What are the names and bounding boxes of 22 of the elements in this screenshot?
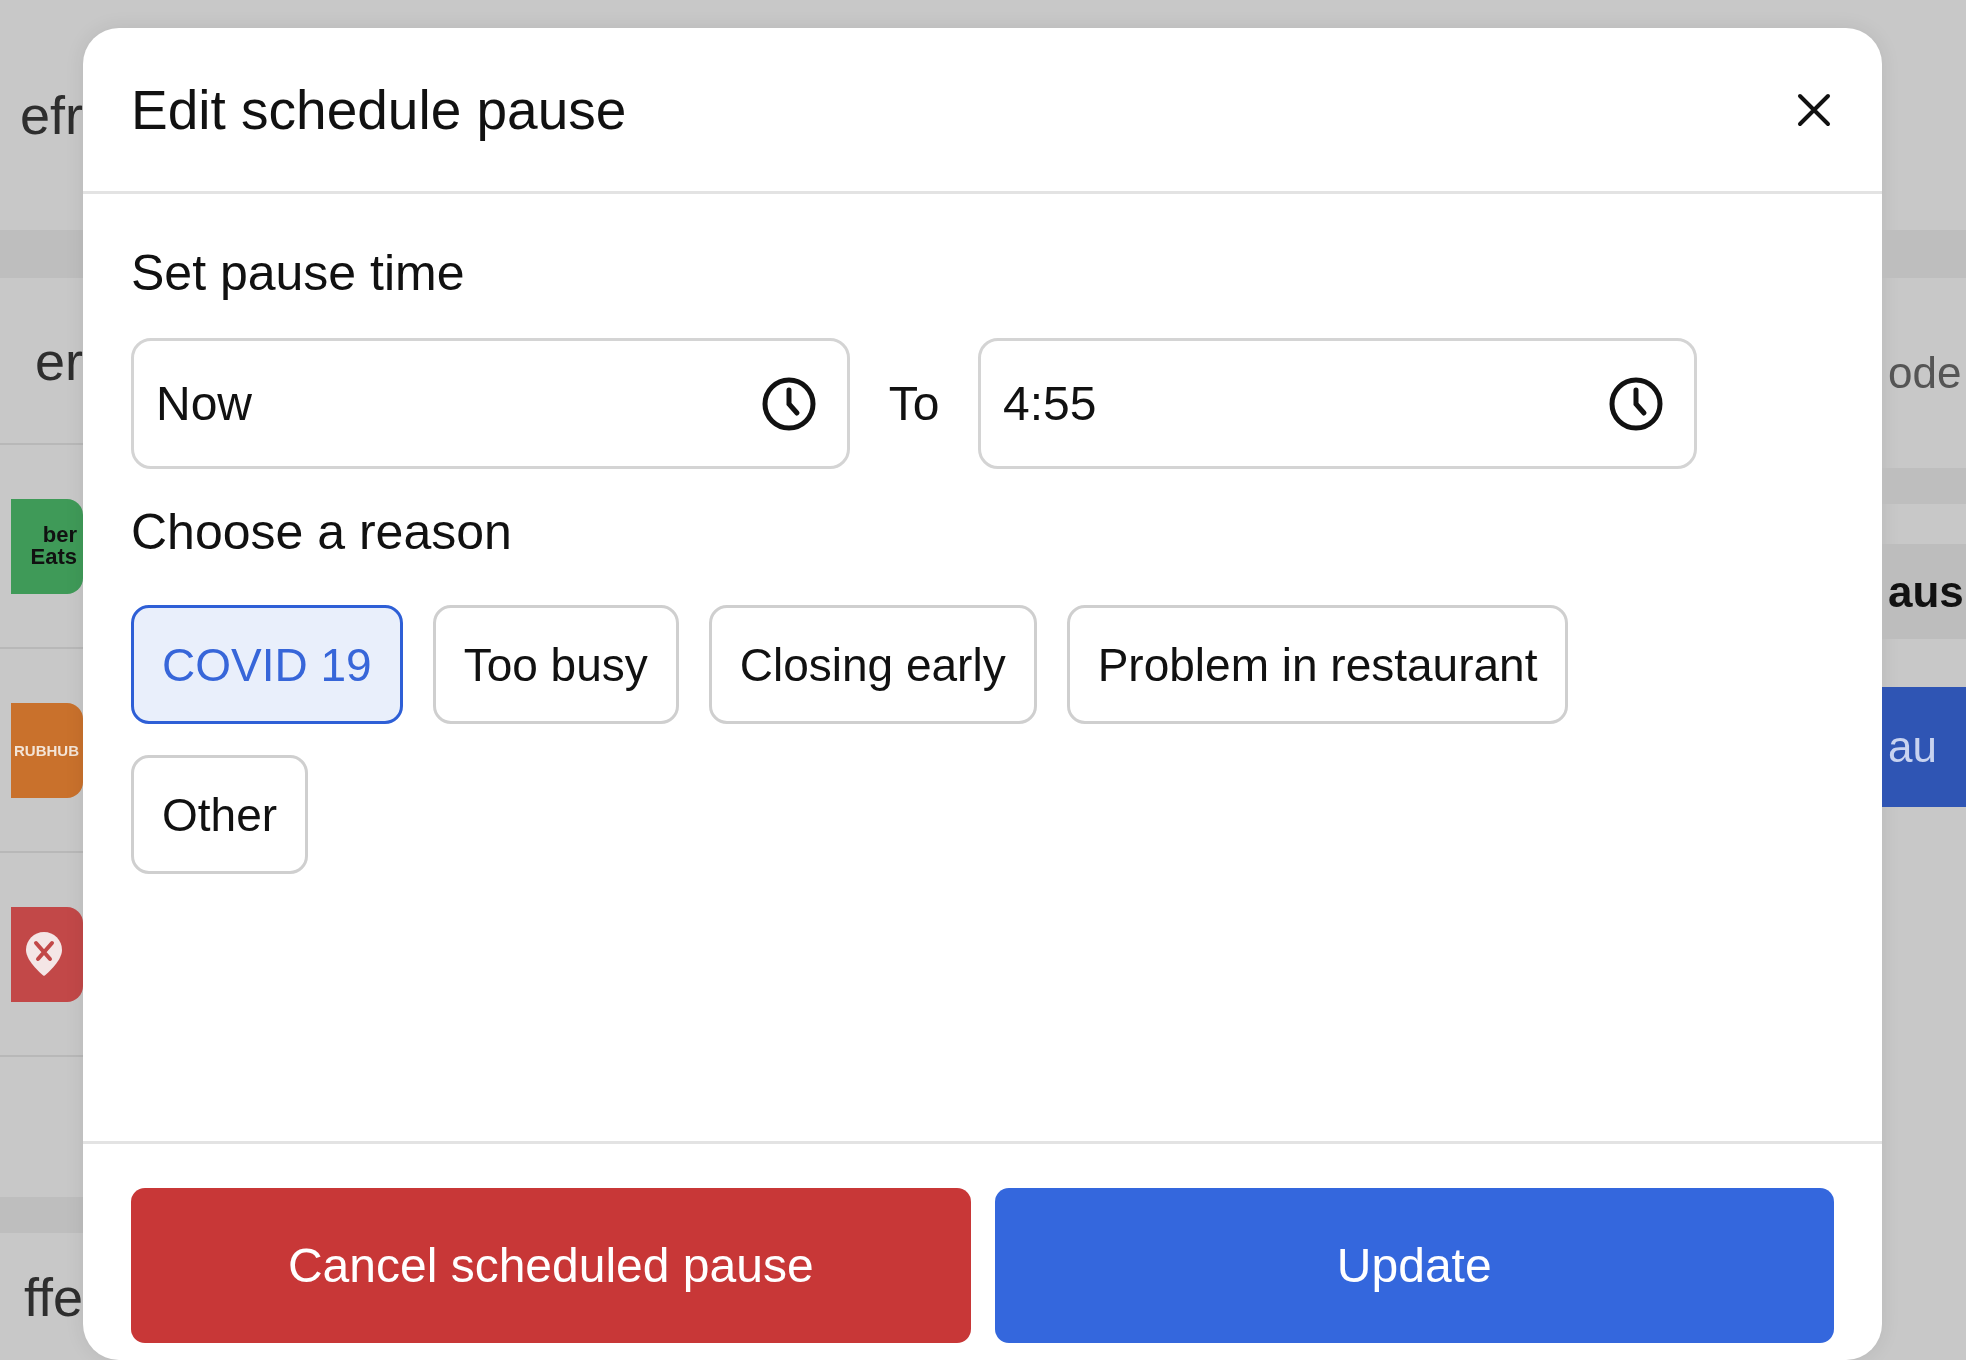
- cancel-button[interactable]: Cancel scheduled pause: [131, 1188, 971, 1343]
- reason-chip[interactable]: Problem in restaurant: [1066, 605, 1569, 724]
- app-logo: ber Eats: [11, 498, 83, 594]
- page-heading: efr: [19, 84, 83, 146]
- section-label: Set pause time: [131, 244, 465, 302]
- dialog-title: Edit schedule pause: [131, 77, 627, 142]
- update-button[interactable]: Update: [994, 1188, 1834, 1343]
- section-label: Choose a reason: [131, 503, 512, 561]
- clock-icon[interactable]: [1608, 375, 1664, 432]
- page-text: ffe: [23, 1265, 83, 1328]
- reason-chip[interactable]: Closing early: [708, 605, 1037, 724]
- app-logo: RUBHUB: [11, 702, 83, 798]
- page-heading: aus: [1888, 566, 1964, 617]
- reason-chip[interactable]: COVID 19: [131, 605, 403, 724]
- clock-icon[interactable]: [761, 375, 817, 432]
- reason-chip[interactable]: Too busy: [432, 605, 679, 724]
- time-field[interactable]: Now: [131, 338, 850, 469]
- time-field[interactable]: 4:55: [978, 338, 1697, 469]
- to-label: To: [887, 376, 941, 431]
- column-label: er: [35, 329, 83, 392]
- page-text: ode: [1888, 348, 1962, 398]
- reason-chip[interactable]: Other: [131, 755, 309, 874]
